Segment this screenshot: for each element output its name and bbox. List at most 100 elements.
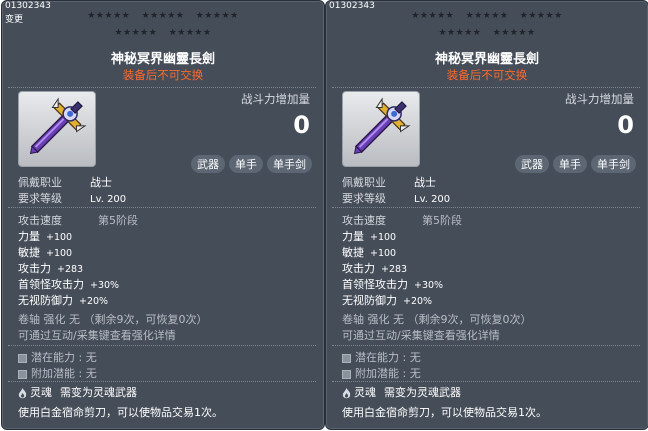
- stat-value: +100: [46, 232, 73, 243]
- star-force-row-2: ★★★★★ ★★★★★: [326, 28, 648, 38]
- divider: [332, 87, 640, 88]
- scroll-enhance-info: 卷轴 强化 无 （剩余9次，可恢复0次）: [342, 313, 532, 326]
- attack-speed: 攻击速度 第5阶段: [342, 212, 462, 228]
- stat-label: 攻击力: [18, 262, 51, 275]
- bullet-icon: [18, 353, 27, 363]
- star-icon: ★★★★★: [87, 11, 131, 21]
- untradeable-notice: 装备后不可交换: [122, 68, 204, 82]
- star-force-row-1: ★★★★★ ★★★★★ ★★★★★: [326, 11, 648, 21]
- stat-row: 无视防御力 +20%: [18, 292, 108, 308]
- stat-row: 攻击力 +283: [342, 260, 407, 276]
- divider: [8, 87, 316, 88]
- potential-value: 无: [409, 351, 421, 364]
- stat-value: +100: [46, 248, 73, 259]
- item-title: 神秘冥界幽靈長劍: [110, 52, 215, 67]
- item-tooltip-card-right: 01302343 ★★★★★ ★★★★★ ★★★★★ ★★★★★ ★★★★★ 神…: [325, 0, 648, 430]
- item-tooltip-card-left: 01302343 变更 ★★★★★ ★★★★★ ★★★★★ ★★★★★ ★★★★…: [1, 0, 325, 430]
- soul-value: 需变为灵魂武器: [60, 386, 137, 399]
- job-label: 佩戴职业: [342, 176, 386, 189]
- job-label: 佩戴职业: [18, 176, 62, 189]
- job-value: 战士: [90, 176, 112, 189]
- enhance-hint: 可通过互动/采集键查看强化详情: [342, 329, 500, 342]
- bonus-potential-label: 附加潜能: [355, 367, 399, 380]
- scissors-info: 使用白金宿命剪刀，可以使物品交易1次。: [18, 406, 223, 419]
- stat-label: 无视防御力: [342, 294, 397, 307]
- bonus-potential-value: 无: [85, 367, 97, 380]
- job-requirement: 佩戴职业 战士: [342, 174, 436, 190]
- stat-label: 敏捷: [18, 246, 40, 259]
- tag-weapon: 武器: [191, 155, 225, 173]
- power-increase-label: 战斗力增加量: [565, 92, 634, 106]
- soul-row: 灵魂 需变为灵魂武器: [342, 384, 461, 400]
- sword-item-icon: [29, 97, 87, 155]
- item-id: 01302343: [5, 1, 51, 11]
- stat-row: 首领怪攻击力 +30%: [342, 276, 443, 292]
- star-icon: ★★★★★: [411, 11, 455, 21]
- stat-row: 攻击力 +283: [18, 260, 83, 276]
- stat-label: 首领怪攻击力: [342, 278, 408, 291]
- stat-value: +283: [57, 264, 84, 275]
- stat-row: 敏捷 +100: [18, 244, 72, 260]
- stat-label: 无视防御力: [18, 294, 73, 307]
- soul-row: 灵魂 需变为灵魂武器: [18, 384, 137, 400]
- power-increase-value: 0: [293, 111, 310, 139]
- stat-label: 攻击力: [342, 262, 375, 275]
- star-icon: ★★★★★: [519, 11, 563, 21]
- divider: [332, 207, 640, 208]
- potential-label: 潜在能力: [31, 351, 75, 364]
- bullet-icon: [18, 369, 27, 379]
- tag-one-handed: 单手: [553, 155, 587, 173]
- sword-item-icon: [353, 97, 411, 155]
- tag-one-handed-sword: 单手剑: [591, 155, 636, 173]
- star-icon: ★★★★★: [465, 11, 509, 21]
- bonus-potential-row: 附加潜能 : 无: [342, 365, 421, 381]
- attack-speed-value: 第5阶段: [98, 214, 138, 227]
- enhance-hint: 可通过互动/采集键查看强化详情: [18, 329, 176, 342]
- stat-label: 力量: [18, 230, 40, 243]
- attack-speed-label: 攻击速度: [18, 214, 62, 227]
- stat-row: 首领怪攻击力 +30%: [18, 276, 119, 292]
- bonus-potential-row: 附加潜能 : 无: [18, 365, 97, 381]
- level-label: 要求等级: [18, 192, 62, 205]
- star-icon: ★★★★★: [438, 28, 482, 38]
- potential-row: 潜在能力 : 无: [18, 349, 97, 365]
- potential-row: 潜在能力 : 无: [342, 349, 421, 365]
- stat-value: +30%: [90, 280, 120, 291]
- power-increase-label: 战斗力增加量: [241, 92, 310, 106]
- potential-value: 无: [85, 351, 97, 364]
- stat-value: +20%: [79, 296, 109, 307]
- level-value: Lv. 200: [414, 194, 451, 205]
- divider: [8, 381, 316, 382]
- item-icon-frame: [342, 91, 420, 167]
- soul-label: 灵魂: [30, 386, 52, 399]
- level-label: 要求等级: [342, 192, 386, 205]
- soul-label: 灵魂: [354, 386, 376, 399]
- star-icon: ★★★★★: [114, 28, 158, 38]
- soul-value: 需变为灵魂武器: [384, 386, 461, 399]
- tag-weapon: 武器: [515, 155, 549, 173]
- stat-row: 力量 +100: [342, 228, 396, 244]
- divider: [332, 345, 640, 346]
- stat-row: 敏捷 +100: [342, 244, 396, 260]
- job-requirement: 佩戴职业 战士: [18, 174, 112, 190]
- tag-one-handed: 单手: [229, 155, 263, 173]
- level-value: Lv. 200: [90, 194, 127, 205]
- level-requirement: 要求等级 Lv. 200: [18, 190, 126, 206]
- star-icon: ★★★★★: [195, 11, 239, 21]
- scroll-enhance-info: 卷轴 强化 无 （剩余9次，可恢复0次）: [18, 313, 208, 326]
- untradeable-notice: 装备后不可交换: [446, 68, 528, 82]
- star-icon: ★★★★★: [492, 28, 536, 38]
- divider: [332, 381, 640, 382]
- attack-speed-label: 攻击速度: [342, 214, 386, 227]
- star-force-row-1: ★★★★★ ★★★★★ ★★★★★: [2, 11, 324, 21]
- stat-label: 敏捷: [342, 246, 364, 259]
- item-icon-frame: [18, 91, 96, 167]
- attack-speed: 攻击速度 第5阶段: [18, 212, 138, 228]
- item-title: 神秘冥界幽靈長劍: [434, 52, 539, 67]
- attack-speed-value: 第5阶段: [422, 214, 462, 227]
- flame-icon: [18, 387, 27, 398]
- star-force-row-2: ★★★★★ ★★★★★: [2, 28, 324, 38]
- bonus-potential-value: 无: [409, 367, 421, 380]
- flame-icon: [342, 387, 351, 398]
- stat-value: +100: [370, 232, 397, 243]
